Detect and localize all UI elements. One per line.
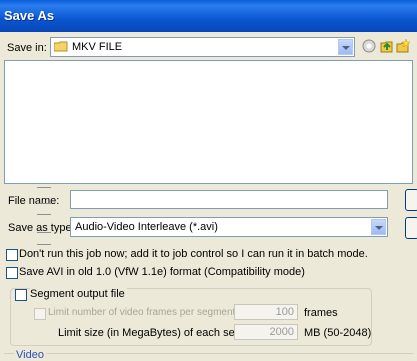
save-in-value: MKV FILE <box>72 41 123 53</box>
save-in-label: Save in: <box>7 42 47 54</box>
window-title: Save As <box>4 8 55 23</box>
folder-icon <box>53 41 68 52</box>
save-as-type-combo[interactable]: Audio-Video Interleave (*.avi) <box>70 217 388 237</box>
back-icon[interactable] <box>362 39 376 53</box>
dont-run-checkbox[interactable] <box>6 249 18 261</box>
limit-frames-input[interactable]: 100 <box>234 304 298 320</box>
new-folder-icon[interactable] <box>396 38 411 53</box>
save-in-combo[interactable]: MKV FILE <box>50 37 355 57</box>
limit-frames-label: Limit number of video frames per segment… <box>48 307 252 318</box>
segment-output-checkbox[interactable] <box>15 289 27 301</box>
chevron-down-icon[interactable] <box>338 39 353 55</box>
video-section-label: Video <box>14 349 46 361</box>
limit-frames-unit: frames <box>304 307 338 319</box>
dont-run-label: Don't run this job now; add it to job co… <box>19 248 368 260</box>
old-avi-label: Save AVI in old 1.0 (VfW 1.1e) format (C… <box>19 266 305 278</box>
limit-size-unit: MB (50-2048) <box>304 327 372 339</box>
save-as-type-value: Audio-Video Interleave (*.avi) <box>75 221 218 233</box>
file-name-label: File name: <box>8 195 60 207</box>
segment-output-label: Segment output file <box>30 288 127 300</box>
chevron-down-icon[interactable] <box>371 219 386 235</box>
old-avi-checkbox[interactable] <box>6 267 18 279</box>
video-section-divider <box>4 353 413 354</box>
title-bar[interactable]: Save As <box>0 0 417 32</box>
file-name-input[interactable] <box>70 190 388 209</box>
limit-size-input[interactable]: 2000 <box>234 324 298 340</box>
save-button[interactable] <box>405 189 417 211</box>
cancel-button[interactable] <box>405 217 417 239</box>
file-list[interactable] <box>4 60 413 184</box>
limit-frames-checkbox[interactable] <box>34 308 46 320</box>
up-folder-icon[interactable] <box>380 39 394 53</box>
